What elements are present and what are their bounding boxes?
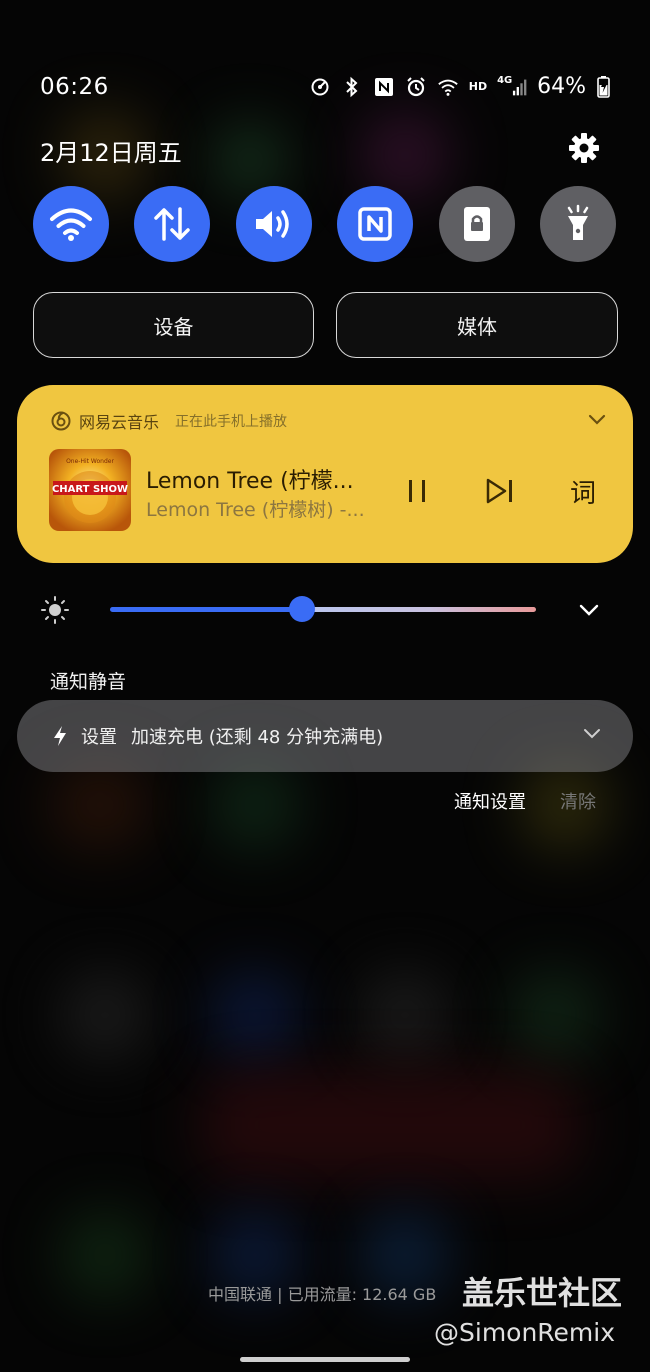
network-type: 4G	[497, 75, 513, 86]
chevron-down-icon[interactable]	[578, 602, 600, 618]
status-icons: HD 4G 64%	[309, 74, 610, 99]
media-app-header: 网易云音乐 正在此手机上播放	[51, 409, 287, 433]
tile-mobile-data[interactable]	[134, 186, 210, 262]
date-label: 2月12日周五	[40, 139, 182, 167]
tile-lock[interactable]	[439, 186, 515, 262]
skip-next-icon	[486, 478, 512, 504]
data-arrows-icon	[154, 207, 190, 241]
wifi-icon	[437, 75, 459, 99]
album-title-text: CHART SHOW	[52, 484, 128, 495]
background-blur	[210, 760, 300, 850]
watermark-user: @SimonRemix	[434, 1318, 616, 1347]
background-blur	[50, 760, 150, 850]
tile-sound[interactable]	[236, 186, 312, 262]
media-player-card[interactable]: 网易云音乐 正在此手机上播放 CHART SHOW One-Hit Wonder…	[17, 385, 633, 563]
album-subtitle-text: One-Hit Wonder	[66, 458, 114, 465]
nfc-icon	[358, 207, 392, 241]
quick-settings-tiles	[33, 186, 617, 262]
data-saver-icon	[309, 75, 331, 99]
album-art: CHART SHOW One-Hit Wonder	[49, 449, 131, 531]
background-blur	[510, 970, 600, 1060]
background-blur	[210, 970, 300, 1060]
lyrics-button[interactable]: 词	[563, 471, 603, 511]
notification-settings-button[interactable]: 通知设置	[454, 788, 526, 814]
media-output-button[interactable]: 媒体	[336, 292, 618, 358]
watermark-title: 盖乐世社区	[462, 1274, 623, 1312]
tile-wifi[interactable]	[33, 186, 109, 262]
status-bar: 06:26 HD 4G 64%	[0, 0, 650, 120]
notification-message: 加速充电 (还剩 48 分钟充满电)	[131, 727, 384, 748]
battery-charging-icon	[596, 75, 610, 99]
brightness-control	[40, 590, 610, 630]
silent-notifications-label: 通知静音	[50, 671, 127, 693]
tile-nfc[interactable]	[337, 186, 413, 262]
tile-flashlight[interactable]	[540, 186, 616, 262]
speaker-icon	[256, 210, 289, 238]
lock-icon	[464, 207, 490, 241]
alarm-icon	[405, 75, 427, 99]
battery-percent: 64%	[537, 74, 586, 99]
bluetooth-icon	[341, 75, 363, 99]
home-indicator[interactable]	[240, 1357, 410, 1362]
signal-icon: 4G	[497, 75, 527, 99]
pause-button[interactable]	[397, 471, 437, 511]
netease-music-icon	[51, 411, 71, 431]
notification-card[interactable]: 设置 加速充电 (还剩 48 分钟充满电)	[17, 700, 633, 772]
next-track-button[interactable]	[480, 471, 520, 511]
nfc-icon	[373, 75, 395, 99]
carrier-info: 中国联通 | 已用流量: 12.64 GB	[208, 1285, 437, 1304]
media-app-name: 网易云音乐	[79, 413, 160, 432]
wifi-icon	[50, 208, 92, 241]
background-blur	[60, 970, 150, 1060]
flashlight-icon	[567, 204, 589, 240]
background-blur	[360, 970, 450, 1060]
notification-app: 设置	[81, 727, 117, 748]
clear-button[interactable]: 清除	[560, 788, 596, 814]
track-subtitle: Lemon Tree (柠檬树) -...	[146, 499, 365, 521]
brightness-thumb[interactable]	[288, 596, 315, 622]
gear-icon[interactable]	[566, 130, 602, 166]
track-title: Lemon Tree (柠檬...	[146, 469, 354, 494]
chevron-down-icon[interactable]	[587, 411, 607, 430]
brightness-slider[interactable]	[110, 607, 536, 612]
clock: 06:26	[40, 74, 109, 100]
hd-label: HD	[468, 80, 488, 93]
playing-location: 正在此手机上播放	[175, 414, 288, 430]
devices-button[interactable]: 设备	[33, 292, 314, 358]
notification-shade: 06:26 HD 4G 64% 2月12日周五 设备 媒体 网易云音乐 正在此手…	[0, 0, 650, 1372]
bolt-icon	[54, 726, 66, 746]
background-blur	[60, 1210, 150, 1300]
background-blur	[200, 1070, 580, 1180]
sun-icon	[41, 596, 69, 624]
pause-icon	[409, 480, 425, 502]
chevron-down-icon[interactable]	[583, 726, 601, 740]
